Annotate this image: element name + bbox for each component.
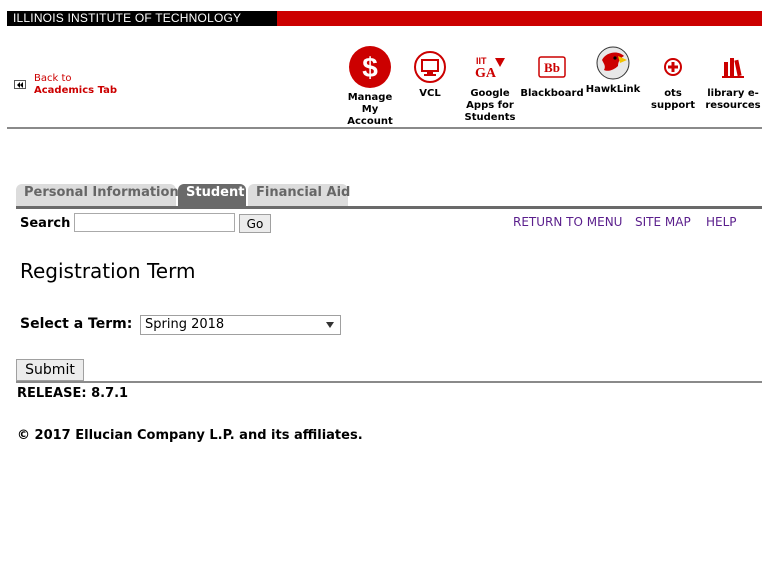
blackboard-icon: Bb <box>535 50 569 84</box>
app-label: VCL <box>419 88 441 99</box>
dollar-icon: $ <box>349 46 391 88</box>
svg-text:IIT: IIT <box>476 56 487 66</box>
back-link-line2: Academics Tab <box>34 85 118 96</box>
app-label: ots support <box>651 88 695 111</box>
plus-icon <box>656 50 690 84</box>
rewind-icon <box>14 80 26 89</box>
header-divider <box>7 127 762 129</box>
svg-text:GA: GA <box>475 66 497 81</box>
svg-text:$: $ <box>362 52 378 83</box>
svg-text:Bb: Bb <box>544 60 560 75</box>
app-label: Blackboard <box>520 88 584 99</box>
app-google-apps[interactable]: IIT GA Google Apps for Students <box>461 46 519 124</box>
help-link[interactable]: HELP <box>706 215 737 229</box>
term-select[interactable]: Spring 2018 <box>140 315 341 335</box>
term-selected-value: Spring 2018 <box>145 317 225 332</box>
app-ots-support[interactable]: ots support <box>650 46 696 112</box>
app-vcl[interactable]: VCL <box>409 46 451 100</box>
app-blackboard[interactable]: Bb Blackboard <box>520 46 584 100</box>
app-label: HawkLink <box>585 84 641 95</box>
app-label: Manage My Account <box>347 92 393 127</box>
return-to-menu-link[interactable]: RETURN TO MENU <box>513 215 622 229</box>
release-info: RELEASE: 8.7.1 <box>17 386 129 401</box>
app-hawklink[interactable]: HawkLink <box>584 46 642 96</box>
chevron-down-icon <box>326 322 334 328</box>
tab-financial-aid[interactable]: Financial Aid <box>248 184 350 207</box>
banner-title-block: ILLINOIS INSTITUTE OF TECHNOLOGY <box>7 11 277 26</box>
tab-student[interactable]: Student <box>178 184 246 207</box>
back-link-line1: Back to <box>34 73 72 84</box>
submit-button[interactable]: Submit <box>16 359 84 381</box>
banner-title: ILLINOIS INSTITUTE OF TECHNOLOGY <box>13 11 242 25</box>
app-label: Google Apps for Students <box>464 88 516 123</box>
app-library-e-resources[interactable]: library e-resources <box>704 46 762 112</box>
term-label: Select a Term: <box>20 316 133 332</box>
app-label: library e-resources <box>705 88 761 111</box>
site-map-link[interactable]: SITE MAP <box>635 215 691 229</box>
hawk-icon <box>596 46 630 80</box>
search-input[interactable] <box>74 213 235 232</box>
tab-underline <box>16 206 762 209</box>
footer-divider <box>16 381 762 383</box>
go-button[interactable]: Go <box>239 214 271 233</box>
search-label: Search <box>20 216 71 231</box>
copyright: © 2017 Ellucian Company L.P. and its aff… <box>17 428 363 443</box>
tab-personal-information[interactable]: Personal Information <box>16 184 179 207</box>
app-manage-my-account[interactable]: $ Manage My Account <box>343 46 397 128</box>
page-title: Registration Term <box>20 259 196 283</box>
university-banner: ILLINOIS INSTITUTE OF TECHNOLOGY <box>7 11 762 26</box>
back-to-academics-link[interactable]: Back to Academics Tab <box>14 73 117 97</box>
google-apps-icon: IIT GA <box>473 50 507 84</box>
monitor-icon <box>413 50 447 84</box>
library-icon <box>716 50 750 84</box>
